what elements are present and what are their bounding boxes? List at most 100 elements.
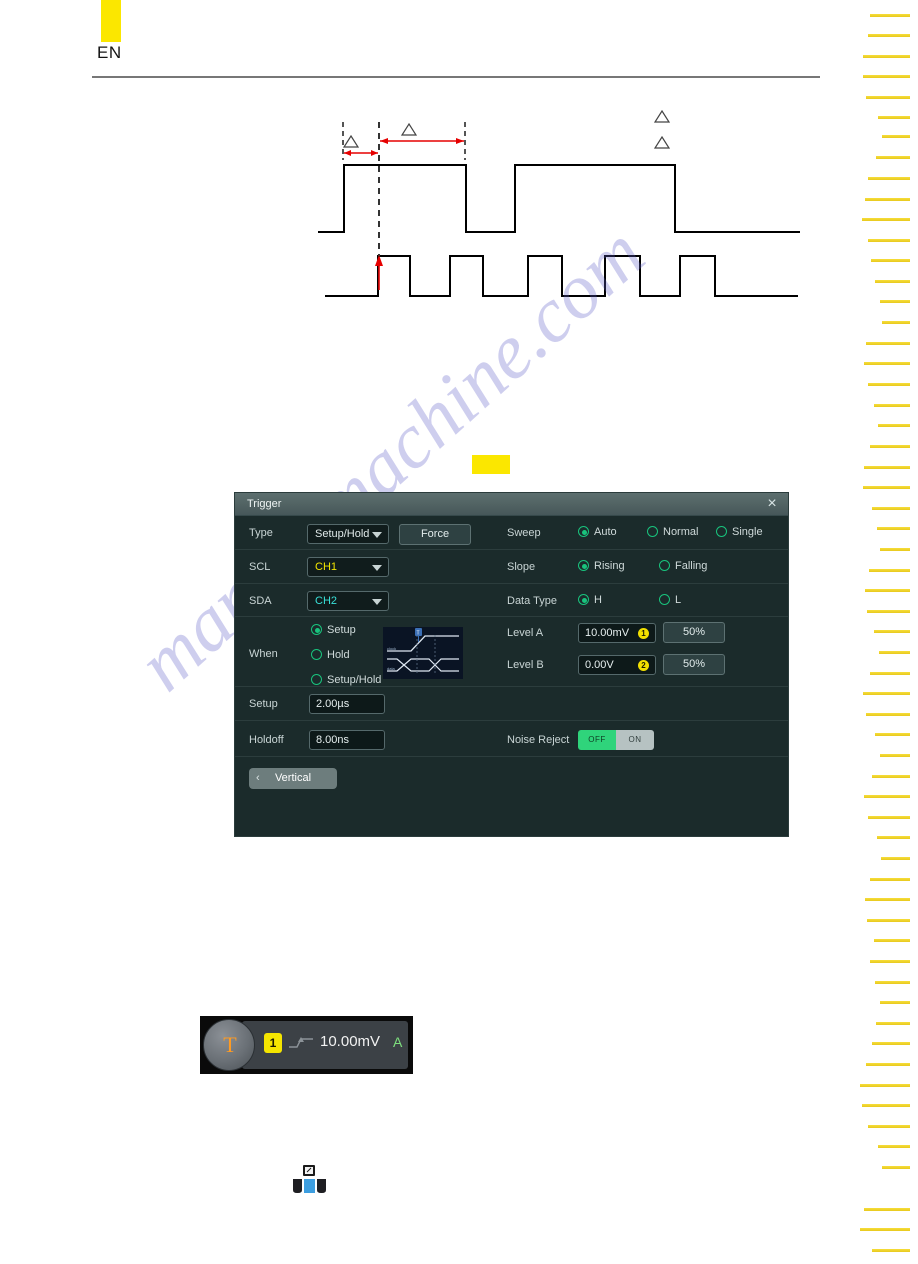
level-a-label: Level A [507,627,544,639]
data-type-label: Data Type [507,595,557,607]
level-b-percent-button[interactable]: 50% [663,654,725,675]
margin-tick [870,672,910,675]
level-a-input[interactable]: 10.00mV 1 [578,623,656,643]
badge-channel-chip: 1 [264,1033,282,1053]
header-divider [92,76,820,78]
type-dropdown[interactable]: Setup/Hold [307,524,389,544]
level-b-channel-chip: 2 [638,660,649,671]
sweep-label: Sweep [507,527,541,539]
scl-label: SCL [249,561,271,573]
level-a-percent-button[interactable]: 50% [663,622,725,643]
when-label: When [249,648,278,660]
margin-tick [878,1145,910,1148]
margin-tick [880,1001,910,1004]
data-type-option-h[interactable]: H [578,594,602,607]
margin-tick [874,630,910,633]
level-b-value: 0.00V [585,659,614,671]
row-sda: SDA CH2 Data Type H L [235,584,788,617]
type-label: Type [249,527,273,539]
margin-tick [878,424,910,427]
timing-diagram-thumbnail: clock data T [383,627,463,679]
svg-text:data: data [387,666,396,671]
setup-input[interactable]: 2.00µs [309,694,385,714]
margin-tick [879,651,910,654]
page-header: EN [92,0,820,78]
margin-tick [862,1104,910,1107]
row-holdoff: Holdoff 8.00ns Noise Reject OFF ON [235,721,788,757]
row-when: When Setup Hold Setup/Hold clock data T [235,617,788,687]
scl-dropdown[interactable]: CH1 [307,557,389,577]
close-icon[interactable]: × [763,495,781,513]
holdoff-input[interactable]: 8.00ns [309,730,385,750]
margin-tick [868,816,910,819]
level-b-input[interactable]: 0.00V 2 [578,655,656,675]
margin-tick [868,34,910,37]
margin-tick [860,1228,910,1231]
chevron-left-icon: ‹ [256,772,260,784]
data-type-option-l[interactable]: L [659,594,681,607]
level-b-label: Level B [507,659,544,671]
margin-tick [872,1249,910,1252]
row-scl: SCL CH1 Slope Rising Falling [235,550,788,584]
front-panel-key-icon [292,1163,326,1197]
back-button-label: Vertical [274,772,312,784]
svg-text:clock: clock [387,646,396,651]
slope-label: Slope [507,561,536,573]
when-option-setup[interactable]: Setup [311,624,356,637]
chevron-down-icon [372,599,382,605]
sweep-option-single[interactable]: Single [716,526,763,539]
margin-tick [863,692,910,695]
margin-tick [881,857,910,860]
margin-tick [878,116,910,119]
margin-tick [876,1022,910,1025]
when-option-hold[interactable]: Hold [311,649,350,662]
noise-reject-toggle[interactable]: OFF ON [578,730,654,750]
margin-tick [875,280,910,283]
margin-tick [865,589,910,592]
margin-tick [880,300,910,303]
noise-reject-off-segment[interactable]: OFF [578,730,616,750]
margin-tick [882,321,910,324]
margin-tick [874,404,910,407]
margin-tick [866,96,910,99]
margin-tick [875,981,910,984]
margin-tick [869,569,910,572]
level-a-value: 10.00mV [585,627,630,639]
type-value: Setup/Hold [315,528,370,540]
svg-text:T: T [417,631,420,637]
margin-tick [876,156,910,159]
margin-tick [872,775,910,778]
margin-tick [866,342,910,345]
slope-option-falling[interactable]: Falling [659,560,707,573]
margin-tick [864,362,910,365]
trigger-knob-icon[interactable]: T [203,1019,255,1071]
margin-tick [864,466,910,469]
holdoff-value: 8.00ns [316,734,350,746]
row-setup: Setup 2.00µs [235,687,788,721]
margin-tick [874,939,910,942]
margin-tick [882,1166,910,1169]
margin-tick [863,486,910,489]
margin-tick [864,1208,910,1211]
trigger-level-badge: T 1 10.00mV A [200,1016,413,1074]
sda-dropdown[interactable]: CH2 [307,591,389,611]
sda-label: SDA [249,595,272,607]
force-button[interactable]: Force [399,524,471,545]
holdoff-label: Holdoff [249,734,284,746]
sweep-option-normal[interactable]: Normal [647,526,698,539]
when-option-setup-hold[interactable]: Setup/Hold [311,674,381,687]
trigger-level-value: 10.00mV [320,1033,381,1050]
margin-tick [867,610,910,613]
margin-tick-marks [855,0,918,1264]
back-to-vertical-button[interactable]: ‹ Vertical [249,768,337,789]
chevron-down-icon [372,532,382,538]
trigger-dialog: Trigger × Type Setup/Hold Force Sweep Au… [235,493,788,836]
slope-option-rising[interactable]: Rising [578,560,625,573]
dialog-title: Trigger [247,498,282,510]
margin-tick [870,878,910,881]
dialog-titlebar: Trigger × [235,493,788,516]
noise-reject-on-segment[interactable]: ON [616,730,654,750]
margin-tick [875,733,910,736]
sweep-option-auto[interactable]: Auto [578,526,617,539]
chevron-down-icon [372,565,382,571]
